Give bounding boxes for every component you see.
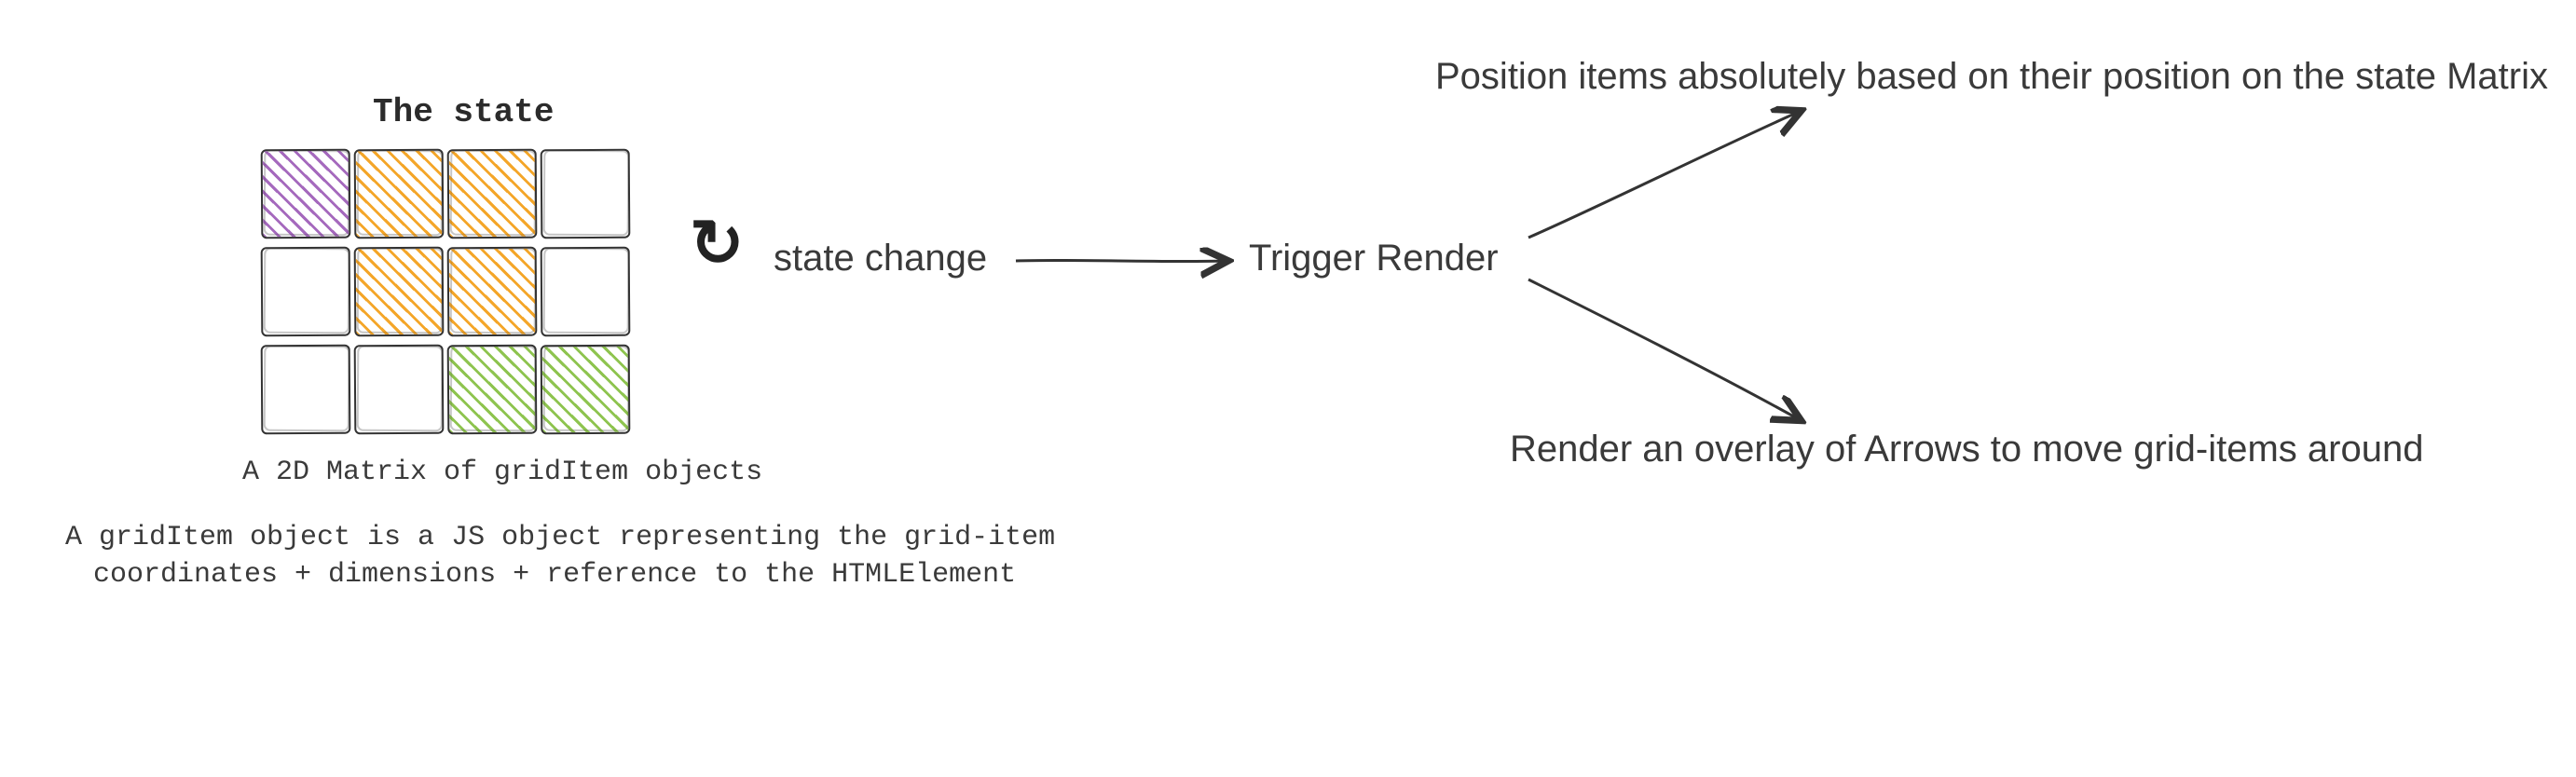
branch-bottom-label: Render an overlay of Arrows to move grid… bbox=[1510, 429, 2423, 470]
grid-cell-0-2 bbox=[447, 149, 538, 239]
branch-top-label: Position items absolutely based on their… bbox=[1435, 56, 2548, 98]
state-matrix-grid bbox=[261, 149, 634, 447]
grid-cell-0-0 bbox=[261, 149, 351, 239]
grid-cell-2-1 bbox=[354, 345, 445, 435]
grid-cell-2-0 bbox=[261, 345, 351, 435]
grid-cell-1-1 bbox=[354, 247, 445, 337]
grid-cell-0-3 bbox=[541, 149, 631, 239]
griditem-note-line2: coordinates + dimensions + reference to … bbox=[93, 559, 1016, 591]
grid-caption: A 2D Matrix of gridItem objects bbox=[242, 457, 762, 488]
arrow-state-to-render bbox=[1016, 260, 1226, 261]
arrow-render-to-overlay bbox=[1528, 279, 1799, 419]
griditem-note-line1: A gridItem object is a JS object represe… bbox=[65, 522, 1055, 553]
grid-cell-1-2 bbox=[447, 247, 538, 337]
grid-cell-1-0 bbox=[261, 247, 351, 337]
state-change-label: state change bbox=[774, 238, 987, 279]
loop-arrow-icon: ↺ bbox=[690, 205, 745, 281]
state-title: The state bbox=[373, 93, 554, 131]
grid-cell-0-1 bbox=[354, 149, 445, 239]
grid-cell-2-3 bbox=[541, 345, 631, 435]
grid-cell-2-2 bbox=[447, 345, 538, 435]
trigger-render-label: Trigger Render bbox=[1249, 238, 1499, 279]
arrow-render-to-position bbox=[1528, 112, 1799, 238]
grid-cell-1-3 bbox=[541, 247, 631, 337]
